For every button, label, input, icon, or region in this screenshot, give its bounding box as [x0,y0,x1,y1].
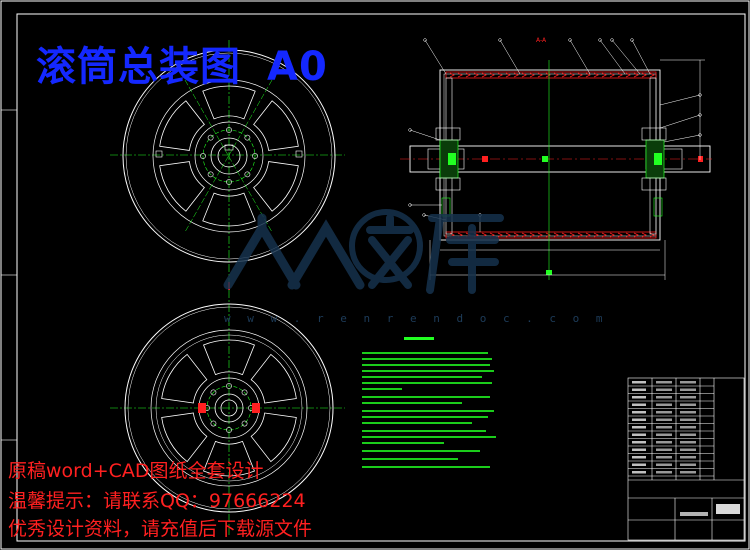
title-block [627,377,745,541]
section-mark: A-A [536,37,547,44]
section-view [400,38,712,280]
drawing-size-code: A0 [267,44,328,90]
ad-line-1: 原稿word+CAD图纸全套设计 [8,460,264,482]
watermark-url: w w w . r e n r e n d o c . c o m [224,312,608,325]
ad-line-3: 优秀设计资料，请充值后下载源文件 [8,518,313,540]
technical-notes [362,337,496,468]
drawing-title: 滚筒总装图 A0 [36,34,328,92]
drawing-title-name: 滚筒总装图 [36,44,241,90]
ad-line-2: 温馨提示：请联系QQ：97666224 [8,490,306,512]
